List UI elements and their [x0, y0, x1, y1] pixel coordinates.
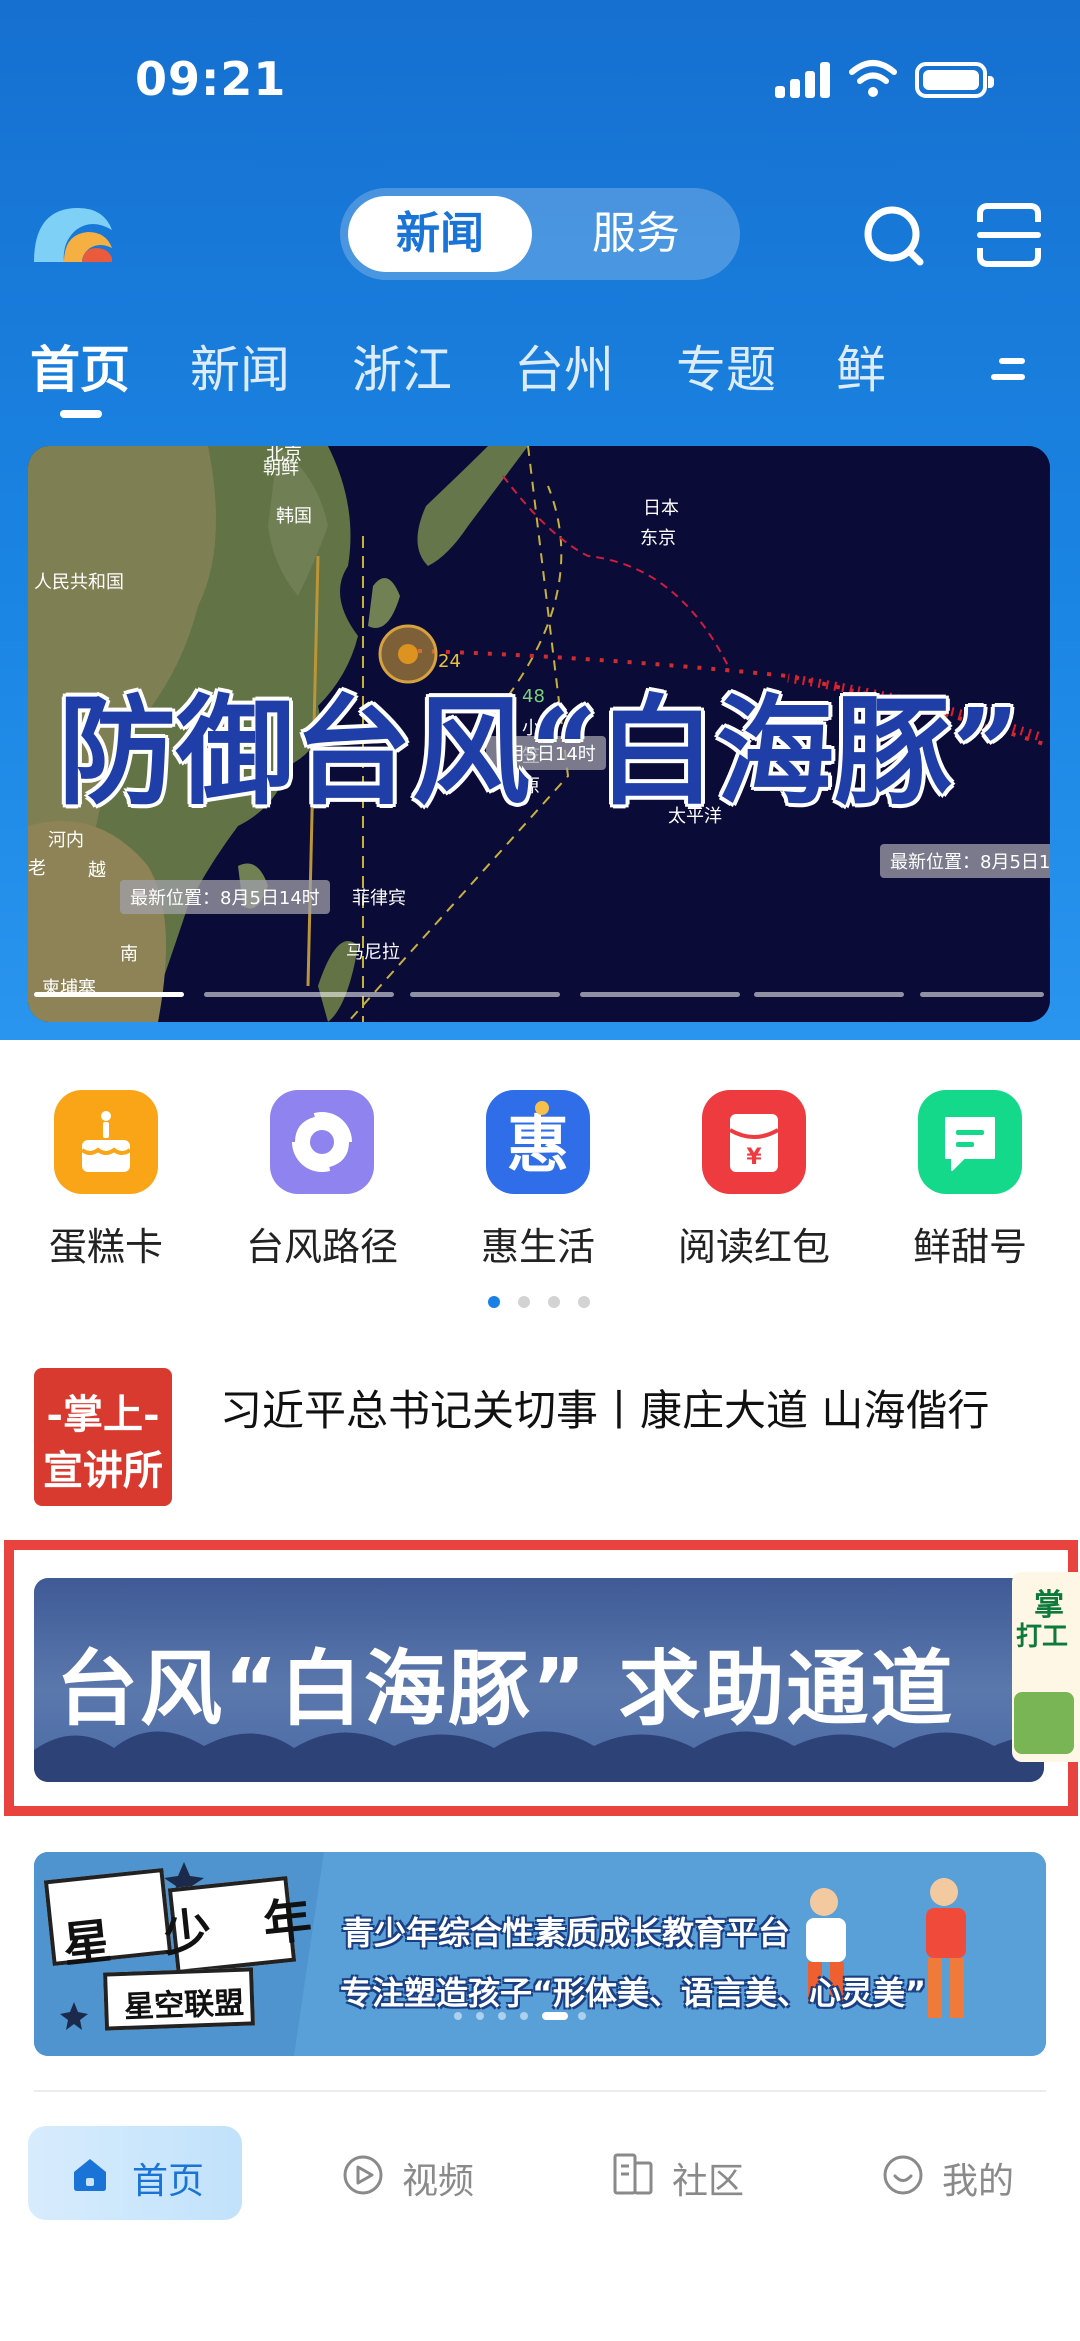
map-label: 老	[28, 858, 46, 879]
nav-profile[interactable]: 我的	[878, 2126, 1028, 2220]
app-logo-icon[interactable]	[30, 200, 116, 266]
banner-progress	[34, 992, 1044, 998]
typhoon-help-banner[interactable]: 台风“白海豚” 求助通道	[34, 1578, 1044, 1782]
map-label: 东京	[640, 528, 676, 549]
shortcut-label: 鲜甜号	[912, 1225, 1027, 1269]
red-envelope-icon: ¥	[702, 1090, 806, 1194]
shortcut-pager	[488, 1296, 598, 1312]
status-bar: 09:21	[0, 0, 1080, 160]
shortcut-hui-life[interactable]: 惠 惠生活	[438, 1090, 638, 1271]
typhoon-banner-text: 台风“白海豚” 求助通道	[56, 1642, 955, 1737]
segment-service[interactable]: 服务	[540, 196, 732, 272]
cake-icon	[54, 1090, 158, 1194]
map-label: 人民共和国	[34, 572, 124, 593]
nav-label: 视频	[402, 2161, 475, 2202]
profile-icon	[883, 2155, 923, 2195]
tab-menu-icon[interactable]	[985, 350, 1031, 390]
map-label: 南	[120, 944, 138, 965]
shortcut-cake-card[interactable]: 蛋糕卡	[6, 1090, 206, 1271]
shortcut-label: 台风路径	[245, 1225, 398, 1269]
position-tag: 最新位置：8月5日14时	[120, 880, 330, 914]
home-icon	[74, 2159, 106, 2191]
news-service-toggle[interactable]: 新闻 服务	[340, 188, 740, 280]
signal-icon	[775, 62, 831, 98]
tab-special[interactable]: 专题	[676, 330, 776, 402]
hui-icon: 惠	[486, 1090, 590, 1194]
nav-label: 我的	[942, 2161, 1015, 2202]
shortcut-grid: 蛋糕卡 台风路径 惠 惠生活 ¥ 阅读红包 鲜甜号	[0, 1040, 1080, 1300]
svg-text:惠: 惠	[507, 1108, 569, 1181]
chat-icon	[918, 1090, 1022, 1194]
banner-title: 防御台风“白海豚”	[58, 682, 1020, 821]
community-icon	[613, 2153, 653, 2195]
map-label: 韩国	[276, 506, 312, 527]
map-label: 北京	[266, 446, 302, 465]
news-title: 习近平总书记关切事丨康庄大道 山海偕行	[220, 1386, 990, 1435]
battery-icon	[915, 62, 994, 98]
tab-fresh[interactable]: 鲜	[836, 330, 886, 402]
featured-banner[interactable]: 朝鲜 韩国 日本 东京 人民共和国 太平洋 河内 老 越 南 菲律宾 马尼拉 柬…	[28, 446, 1050, 1022]
shortcut-label: 蛋糕卡	[48, 1225, 163, 1269]
shortcut-typhoon-path[interactable]: 台风路径	[222, 1090, 422, 1271]
status-time: 09:21	[135, 52, 287, 106]
wifi-icon	[849, 60, 897, 97]
shortcut-red-envelope[interactable]: ¥ 阅读红包	[654, 1090, 854, 1271]
promo-card-subtitle: 星空联盟	[123, 1985, 245, 2026]
promo-line-1: 青少年综合性素质成长教育平台	[342, 1914, 791, 1952]
promo-line-2: 专注塑造孩子“形体美、语言美、心灵美”	[340, 1974, 927, 2012]
svg-text:¥: ¥	[746, 1145, 762, 1170]
news-thumbnail: -掌上- 宣讲所	[34, 1368, 172, 1506]
thumb-text: -掌上-	[46, 1391, 160, 1438]
divider	[34, 2090, 1046, 2092]
nav-label: 首页	[132, 2161, 205, 2202]
nav-video[interactable]: 视频	[338, 2126, 488, 2220]
position-tag: 最新位置：8月5日14	[880, 844, 1050, 878]
scan-menu-icon[interactable]	[974, 200, 1044, 270]
active-tab-indicator	[60, 410, 102, 418]
shortcut-label: 惠生活	[480, 1225, 595, 1269]
tab-zhejiang[interactable]: 浙江	[352, 330, 452, 402]
side-ad-text: 打工	[1016, 1622, 1069, 1652]
shortcut-label: 阅读红包	[677, 1225, 830, 1269]
nav-label: 社区	[672, 2161, 745, 2202]
nav-home[interactable]: 首页	[28, 2126, 242, 2220]
tab-home[interactable]: 首页	[30, 330, 130, 402]
news-list-item[interactable]: -掌上- 宣讲所 习近平总书记关切事丨康庄大道 山海偕行	[34, 1368, 1054, 1508]
promo-banner[interactable]: 星 少 年 星空联盟 青少年综合性素质成长教育平台 专注塑造孩子“形体美、语言美…	[34, 1852, 1046, 2056]
side-ad-image	[1014, 1692, 1074, 1754]
bottom-nav: 首页 视频 社区 我的	[0, 2100, 1080, 2341]
nav-community[interactable]: 社区	[608, 2126, 758, 2220]
channel-tabs: 首页 新闻 浙江 台州 专题 鲜	[0, 320, 1080, 418]
map-label: 马尼拉	[346, 942, 400, 963]
tab-taizhou[interactable]: 台州	[514, 330, 614, 402]
map-label: 河内	[48, 830, 84, 851]
map-label: 菲律宾	[352, 888, 406, 909]
thumb-text: 宣讲所	[43, 1447, 163, 1494]
search-icon[interactable]	[858, 200, 928, 270]
video-icon	[343, 2155, 383, 2195]
segment-news[interactable]: 新闻	[348, 196, 532, 272]
floating-side-ad[interactable]: 掌 打工	[1012, 1572, 1080, 1762]
typhoon-icon	[270, 1090, 374, 1194]
map-label: 越	[88, 860, 106, 881]
app-header: 09:21 新闻 服务 首页 新闻 浙江 台州 专题 鲜 朝鲜 韩国 日本 东京…	[0, 0, 1080, 1040]
map-label: 日本	[643, 498, 679, 519]
tab-news[interactable]: 新闻	[190, 330, 290, 402]
shortcut-xiantian[interactable]: 鲜甜号	[870, 1090, 1070, 1271]
promo-pager	[454, 2012, 654, 2022]
